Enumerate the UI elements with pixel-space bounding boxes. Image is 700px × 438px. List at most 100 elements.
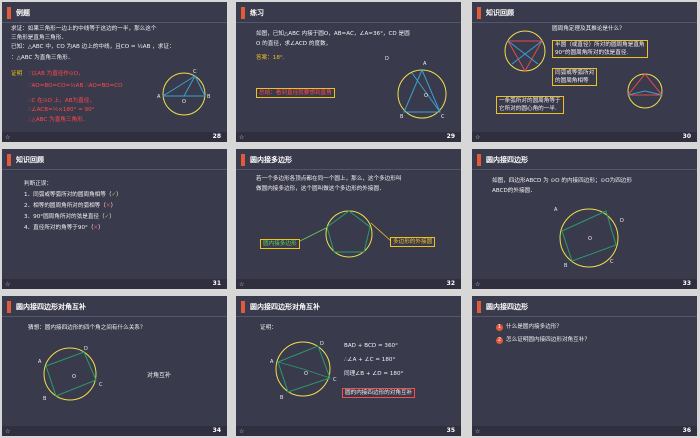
- theorem-line: 一条弧所对的圆周角等于: [499, 98, 561, 104]
- theorem-line: 半圆（或直径）所对的圆周角是直角: [555, 42, 645, 48]
- point-label: B: [207, 94, 211, 100]
- title-accent: [477, 154, 481, 166]
- title-accent: [7, 301, 11, 313]
- slide-33[interactable]: 圆内接四边形 如图，四边形ABCD 为 ⊙O 的内接四边形；⊙O为四边形 A B C…: [472, 149, 697, 289]
- slide-footer: [472, 426, 697, 436]
- intro-text: 判断正误：: [24, 181, 52, 187]
- circle-figure: [43, 347, 97, 401]
- slide-footer: [236, 132, 461, 142]
- judgement-item: 2．相等的圆周角所对的弧相等（✕）: [24, 203, 117, 209]
- slide-title: 知识回顾: [486, 9, 514, 17]
- point-label: B: [280, 395, 284, 401]
- text-line: 如图，四边形ABCD 为 ⊙O 的内接四边形；⊙O为四边形: [492, 178, 632, 184]
- answer-text: 对角互补: [147, 372, 172, 379]
- question-item: 怎么证明圆内接四边形对角互补？: [506, 337, 590, 343]
- theorem-box: 半圆（或直径）所对的圆周角是直角 90°的圆周角所对的弦是直径.: [552, 40, 648, 58]
- point-label: B: [400, 114, 404, 120]
- slide-number: 32: [446, 280, 455, 287]
- bullet-icon: 2: [496, 337, 503, 344]
- slide-sorter-grid: 例题 求证：如果三角形一边上的中线等于这边的一半，那么这个 三角形是直角三角形．…: [0, 0, 700, 438]
- point-label: A: [270, 359, 274, 365]
- theorem-line: 同弧或等弧所对: [555, 70, 595, 76]
- slide-footer: [472, 132, 697, 142]
- slide-32[interactable]: 圆内接多边形 若一个多边形各顶点都在同一个圆上，那么，这个多边形叫 做圆内接多边…: [236, 149, 461, 289]
- point-label: A: [423, 61, 427, 67]
- text-line: 求证：如果三角形一边上的中线等于这边的一半，那么这个: [11, 26, 157, 32]
- transition-icon: ☆: [5, 281, 11, 288]
- slide-title: 例题: [16, 9, 30, 17]
- proof-line: ∴△ABC 为直角三角形．: [28, 117, 89, 123]
- proof-line: ∵以AB 为直径作⊙O，: [28, 71, 84, 77]
- point-label: B: [43, 396, 47, 402]
- judgement-item: 1．同弧或等弧所对的圆周角相等（✓）: [24, 192, 122, 198]
- summary-box: 总结：看到直径就要想到直角: [256, 88, 335, 98]
- divider: [2, 316, 227, 317]
- proof-line: ∴∠A + ∠C = 180°: [344, 357, 396, 363]
- proof-line: BAD + BCD = 360°: [344, 343, 398, 349]
- question-text: 圆周角定理及其推论是什么？: [552, 26, 625, 32]
- slide-number: 33: [682, 280, 691, 287]
- text-line: 已知：△ABC 中，CO 为AB 边上的中线，且CO = ½AB ，求证：: [11, 44, 175, 50]
- proof-label: 证明：: [260, 325, 277, 331]
- theorem-line: 的圆周角相等: [555, 78, 589, 84]
- slide-28[interactable]: 例题 求证：如果三角形一边上的中线等于这边的一半，那么这个 三角形是直角三角形．…: [2, 2, 227, 142]
- slide-footer: [2, 279, 227, 289]
- title-accent: [7, 7, 11, 19]
- theorem-line: 它所对的圆心角的一半.: [499, 106, 557, 112]
- bullet-icon: 1: [496, 324, 503, 331]
- slide-title: 知识回顾: [16, 156, 44, 164]
- slide-35[interactable]: 圆内接四边形对角互补 证明： A B C D O BAD + BCD = 360…: [236, 296, 461, 436]
- text-line: ：△ABC 为直角三角形．: [11, 55, 74, 61]
- point-label: C: [441, 114, 445, 120]
- slide-number: 31: [212, 280, 221, 287]
- point-label: C: [333, 377, 337, 383]
- circle-figure: [504, 30, 546, 73]
- proof-line: ∴C 在⊙O 上，AB为直径，: [28, 98, 95, 104]
- title-accent: [241, 7, 245, 19]
- slide-footer: [472, 279, 697, 289]
- slide-29[interactable]: 练习 如图，已知△ABC 内接于圆O，AB=AC，∠A=36°，CD 是圆 O …: [236, 2, 461, 142]
- proof-line: ∵AO=BO=CO=½AB ∴AO=BO=CO: [28, 83, 123, 89]
- point-label: D: [84, 346, 88, 352]
- point-label: O: [304, 371, 308, 377]
- point-label: D: [320, 341, 324, 347]
- slide-title: 圆内接四边形对角互补: [16, 303, 86, 311]
- judgement-item: 4．直径所对的角等于90°（✕）: [24, 225, 104, 231]
- point-label: A: [38, 359, 42, 365]
- slide-34[interactable]: 圆内接四边形对角互补 猜想：圆内接四边形的四个角之间有什么关系？ A B C D…: [2, 296, 227, 436]
- slide-title: 圆内接四边形对角互补: [250, 303, 320, 311]
- connector-lines: [299, 222, 392, 242]
- point-label: B: [564, 263, 568, 269]
- theorem-box: 一条弧所对的圆周角等于 它所对的圆心角的一半.: [496, 96, 564, 114]
- slide-title: 圆内接四边形: [486, 303, 528, 311]
- transition-icon: ☆: [475, 428, 481, 435]
- point-label: A: [157, 94, 161, 100]
- slide-number: 28: [212, 133, 221, 140]
- slide-number: 30: [682, 133, 691, 140]
- text-line: 三角形是直角三角形．: [11, 35, 67, 41]
- point-label: C: [99, 382, 103, 388]
- point-label: A: [554, 207, 558, 213]
- divider: [472, 316, 697, 317]
- circle-figure: [275, 341, 331, 397]
- transition-icon: ☆: [239, 134, 245, 141]
- point-label: O: [424, 93, 428, 99]
- theorem-box: 同弧或等弧所对 的圆周角相等: [552, 68, 598, 86]
- proof-line: 同理∠B + ∠D = 180°: [344, 371, 404, 377]
- point-label: C: [193, 69, 197, 75]
- question-item: 什么是圆内接多边形？: [506, 324, 562, 330]
- slide-footer: [2, 426, 227, 436]
- point-label: C: [610, 259, 614, 265]
- slide-number: 34: [212, 427, 221, 434]
- slide-footer: [236, 279, 461, 289]
- slide-36[interactable]: 圆内接四边形 1 什么是圆内接多边形？ 2 怎么证明圆内接四边形对角互补？ ☆ …: [472, 296, 697, 436]
- divider: [472, 169, 697, 170]
- transition-icon: ☆: [475, 281, 481, 288]
- slide-number: 36: [682, 427, 691, 434]
- slide-title: 圆内接四边形: [486, 156, 528, 164]
- circle-figure: [626, 73, 664, 109]
- conjecture-text: 猜想：圆内接四边形的四个角之间有什么关系？: [28, 325, 146, 331]
- slide-30[interactable]: 知识回顾 圆周角定理及其推论是什么？ 半圆（或直径）所对的圆周角是直角 90°的…: [472, 2, 697, 142]
- conclusion-box: 圆的内接四边形的对角互补: [342, 388, 416, 398]
- slide-31[interactable]: 知识回顾 判断正误： 1．同弧或等弧所对的圆周角相等（✓） 2．相等的圆周角所对…: [2, 149, 227, 289]
